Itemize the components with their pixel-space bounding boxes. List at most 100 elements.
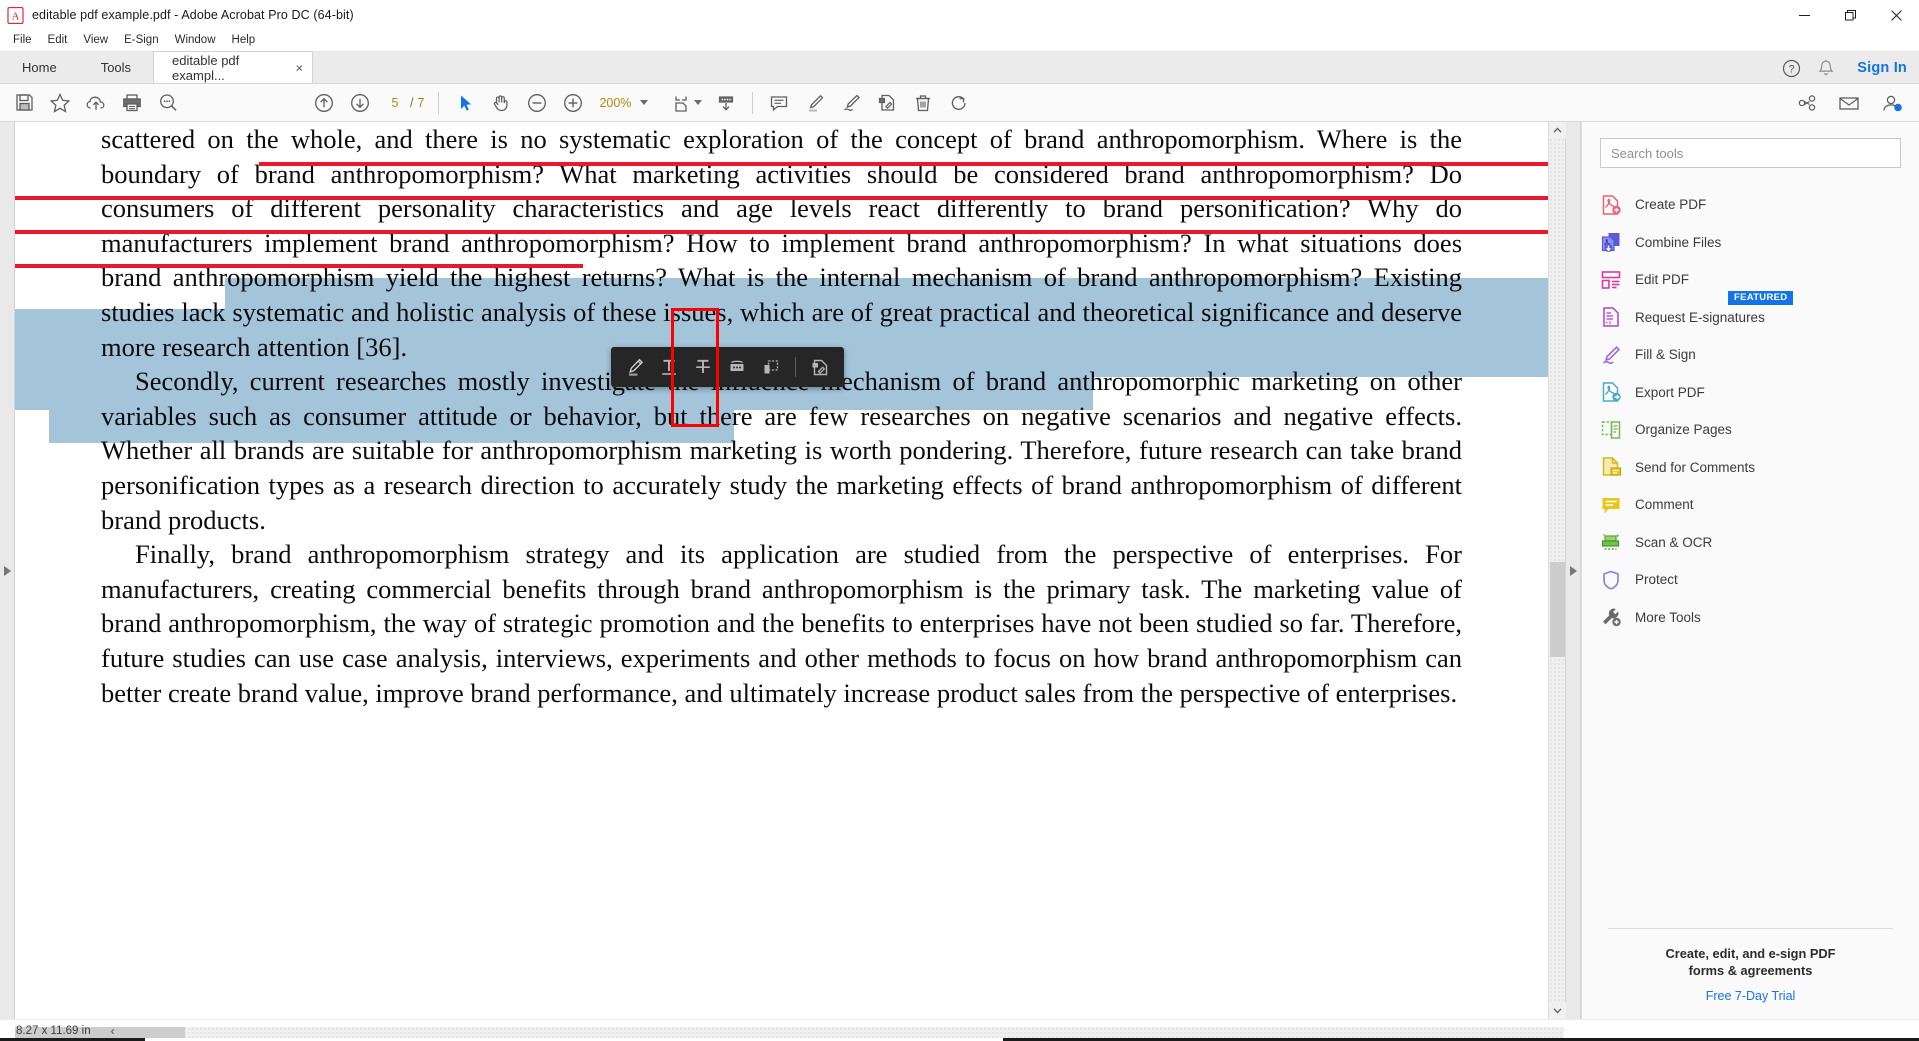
tool-export-pdf[interactable]: Export PDF bbox=[1582, 374, 1919, 412]
scroll-up-icon[interactable] bbox=[1549, 122, 1566, 139]
zoom-level-dropdown[interactable]: 200% bbox=[599, 96, 649, 110]
create-pdf-icon bbox=[1600, 194, 1622, 216]
text-segment-plain: scattered on the whole, and there is no … bbox=[101, 124, 1317, 154]
previous-view-button[interactable]: ‹ bbox=[105, 1024, 121, 1038]
menu-window[interactable]: Window bbox=[167, 31, 224, 50]
tool-scan-and-ocr[interactable]: Scan & OCR bbox=[1582, 524, 1919, 562]
paragraph-1: scattered on the whole, and there is no … bbox=[101, 122, 1462, 364]
tool-combine-files[interactable]: Combine Files bbox=[1582, 224, 1919, 262]
workspace: scattered on the whole, and there is no … bbox=[0, 122, 1919, 1019]
current-page-input[interactable]: 5 bbox=[384, 94, 406, 112]
collapse-right-icon[interactable] bbox=[1569, 565, 1577, 576]
minimize-button[interactable] bbox=[1781, 0, 1827, 30]
page-separator: / bbox=[410, 95, 414, 110]
tool-label: More Tools bbox=[1635, 609, 1701, 625]
send-for-comments-icon bbox=[1600, 456, 1622, 478]
draw-freehand-icon[interactable] bbox=[833, 86, 869, 120]
notification-bell-icon[interactable] bbox=[1817, 59, 1835, 78]
tool-label: Comment bbox=[1635, 497, 1694, 513]
document-scrollbar[interactable] bbox=[1548, 122, 1566, 1019]
menu-help[interactable]: Help bbox=[224, 31, 264, 50]
add-to-favorites-icon[interactable] bbox=[42, 86, 78, 120]
expand-right-icon[interactable] bbox=[3, 565, 11, 576]
tool-create-pdf[interactable]: Create PDF bbox=[1582, 186, 1919, 224]
tab-document[interactable]: editable pdf exampl... × bbox=[153, 51, 314, 83]
menu-esign[interactable]: E-Sign bbox=[116, 31, 167, 50]
promo-text: Create, edit, and e-sign PDF forms & agr… bbox=[1608, 945, 1893, 979]
add-text-comment-icon[interactable] bbox=[721, 351, 753, 383]
scrollbar-thumb[interactable] bbox=[1550, 562, 1565, 657]
page-indicator[interactable]: 5 / 7 bbox=[384, 94, 425, 112]
previous-page-icon[interactable] bbox=[306, 86, 342, 120]
strikethrough-annotation[interactable] bbox=[15, 196, 1548, 200]
menu-file[interactable]: File bbox=[5, 31, 40, 50]
find-icon[interactable] bbox=[150, 86, 186, 120]
highlight-text-icon[interactable] bbox=[619, 351, 651, 383]
next-page-icon[interactable] bbox=[342, 86, 378, 120]
tabbar-right-group: ? Sign In bbox=[1782, 52, 1919, 84]
highlight-marker-icon[interactable] bbox=[797, 86, 833, 120]
tool-protect[interactable]: Protect bbox=[1582, 561, 1919, 599]
tool-organize-pages[interactable]: Organize Pages bbox=[1582, 411, 1919, 449]
svg-text:x: x bbox=[1609, 321, 1612, 327]
cursor-select-icon[interactable] bbox=[447, 86, 483, 120]
tool-comment[interactable]: Comment bbox=[1582, 486, 1919, 524]
hand-pan-icon[interactable] bbox=[483, 86, 519, 120]
free-trial-link[interactable]: Free 7-Day Trial bbox=[1608, 989, 1893, 1003]
sign-in-button[interactable]: Sign In bbox=[1857, 60, 1907, 76]
question-mark-icon[interactable]: ? bbox=[1782, 59, 1801, 78]
tool-fill-and-sign[interactable]: Fill & Sign bbox=[1582, 336, 1919, 374]
close-button[interactable] bbox=[1873, 0, 1919, 30]
close-icon[interactable]: × bbox=[295, 60, 303, 75]
toolbar-annotation-group bbox=[761, 86, 977, 120]
rotate-clockwise-icon[interactable] bbox=[941, 86, 977, 120]
tool-more-tools[interactable]: More Tools bbox=[1582, 599, 1919, 637]
tools-pane-toggle[interactable] bbox=[1565, 122, 1581, 1019]
upload-to-cloud-icon[interactable] bbox=[78, 86, 114, 120]
trash-icon[interactable] bbox=[905, 86, 941, 120]
tools-list: Create PDF Combine Files Edit PDF x Requ… bbox=[1582, 186, 1919, 636]
save-icon[interactable] bbox=[6, 86, 42, 120]
tab-tools[interactable]: Tools bbox=[79, 52, 153, 83]
strikethrough-annotation[interactable] bbox=[15, 230, 1548, 234]
search-tools-input[interactable]: Search tools bbox=[1600, 138, 1901, 168]
more-tools-icon bbox=[1600, 606, 1622, 628]
account-avatar-icon[interactable] bbox=[1873, 86, 1909, 120]
tool-send-for-comments[interactable]: Send for Comments bbox=[1582, 449, 1919, 487]
comment-icon[interactable] bbox=[761, 86, 797, 120]
page-fit-chevron-icon[interactable] bbox=[694, 100, 703, 105]
fill-and-sign-icon bbox=[1600, 344, 1622, 366]
toolbar-file-group bbox=[6, 86, 186, 120]
zoom-in-icon[interactable] bbox=[555, 86, 591, 120]
tab-home[interactable]: Home bbox=[0, 52, 79, 83]
scroll-down-icon[interactable] bbox=[1549, 1002, 1566, 1019]
scroll-mode-icon[interactable] bbox=[708, 86, 744, 120]
toolbar-divider-2 bbox=[752, 91, 754, 114]
svg-text:?: ? bbox=[1789, 63, 1795, 75]
tool-request-esignatures[interactable]: x Request E-signatures FEATURED bbox=[1582, 290, 1919, 337]
print-icon[interactable] bbox=[114, 86, 150, 120]
pdf-page[interactable]: scattered on the whole, and there is no … bbox=[15, 122, 1548, 1019]
menu-edit[interactable]: Edit bbox=[40, 31, 76, 50]
request-esignatures-icon: x bbox=[1600, 306, 1622, 328]
chevron-down-icon[interactable] bbox=[640, 100, 649, 105]
title-bar: A editable pdf example.pdf - Adobe Acrob… bbox=[0, 0, 1919, 30]
zoom-out-icon[interactable] bbox=[519, 86, 555, 120]
page-size-label: 8.27 x 11.69 in bbox=[16, 1024, 91, 1037]
strikethrough-text-icon[interactable] bbox=[687, 351, 719, 383]
share-link-icon[interactable] bbox=[1789, 86, 1825, 120]
maximize-button[interactable] bbox=[1827, 0, 1873, 30]
menu-view[interactable]: View bbox=[75, 31, 116, 50]
tool-label: Scan & OCR bbox=[1635, 534, 1713, 550]
strikethrough-annotation[interactable] bbox=[15, 264, 583, 268]
floating-annotation-toolbar[interactable] bbox=[611, 347, 844, 387]
add-text-box-icon[interactable] bbox=[755, 351, 787, 383]
navigation-pane-toggle[interactable] bbox=[0, 122, 15, 1019]
stamp-icon[interactable] bbox=[869, 86, 905, 120]
document-viewport[interactable]: scattered on the whole, and there is no … bbox=[15, 122, 1548, 1019]
strikethrough-annotation[interactable] bbox=[259, 162, 1548, 166]
scan-and-ocr-icon bbox=[1600, 531, 1622, 553]
underline-text-icon[interactable] bbox=[653, 351, 685, 383]
email-icon[interactable] bbox=[1831, 86, 1867, 120]
add-stamp-icon[interactable] bbox=[804, 351, 836, 383]
